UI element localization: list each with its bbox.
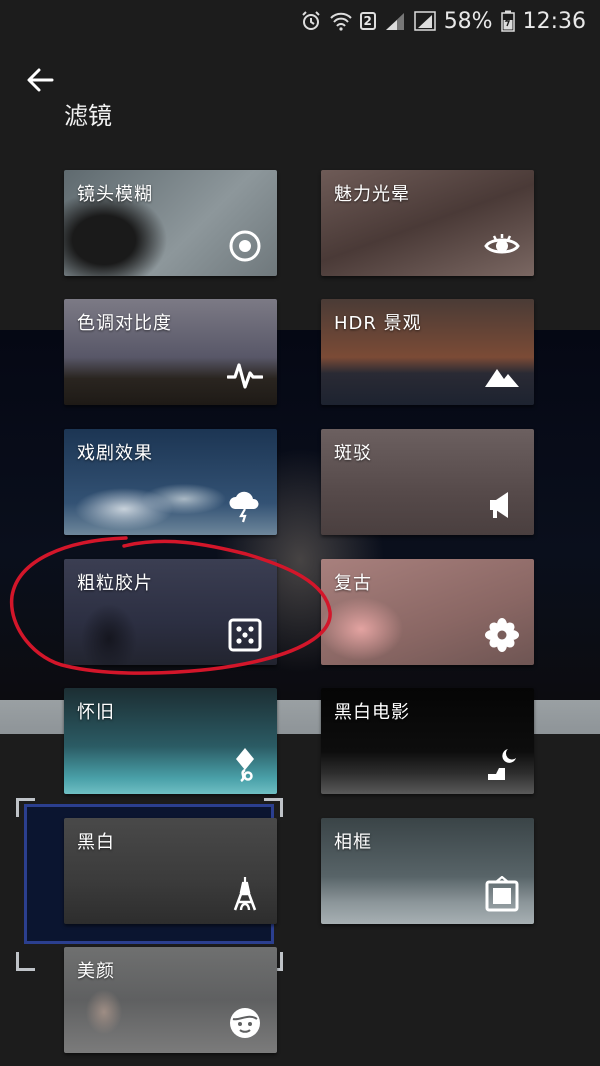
- filter-card-vintage[interactable]: 复古: [321, 559, 534, 665]
- filter-card-noir[interactable]: 黑白电影: [321, 688, 534, 794]
- filter-label: 魅力光晕: [334, 184, 410, 205]
- filter-label: 怀旧: [77, 702, 115, 723]
- filter-label: 相框: [334, 832, 372, 853]
- filter-card-drama[interactable]: 戏剧效果: [64, 429, 277, 535]
- filter-label: 色调对比度: [77, 313, 172, 334]
- filter-label: 黑白电影: [334, 702, 410, 723]
- signal-sim2-icon: [413, 11, 436, 31]
- frame-icon: [484, 875, 520, 912]
- filter-label: HDR 景观: [334, 313, 422, 334]
- filter-label: 美颜: [77, 961, 115, 982]
- filter-label: 黑白: [77, 832, 115, 853]
- alarm-icon: [300, 10, 322, 32]
- status-bar: 2 58% 12:36: [0, 0, 600, 42]
- eye-icon: [484, 228, 520, 264]
- filter-card-glamour-glow[interactable]: 魅力光晕: [321, 170, 534, 276]
- filter-card-tonal-contrast[interactable]: 色调对比度: [64, 299, 277, 405]
- filter-card-retrolux[interactable]: 怀旧: [64, 688, 277, 794]
- mountain-icon: [484, 357, 520, 393]
- bracket-top-right: [264, 798, 283, 817]
- filter-label: 复古: [334, 573, 372, 594]
- clock: 12:36: [522, 8, 586, 34]
- filter-card-hdr-scape[interactable]: HDR 景观: [321, 299, 534, 405]
- filter-label: 镜头模糊: [77, 184, 153, 205]
- filter-card-black-white[interactable]: 黑白: [64, 818, 277, 924]
- bracket-top-left: [16, 798, 35, 817]
- pulse-icon: [226, 357, 264, 393]
- filter-label: 斑驳: [334, 443, 372, 464]
- battery-percent: 58%: [443, 8, 493, 34]
- filter-card-grunge[interactable]: 斑驳: [321, 429, 534, 535]
- kite-icon: [227, 746, 263, 783]
- wifi-icon: [329, 11, 352, 31]
- filter-card-lens-blur[interactable]: 镜头模糊: [64, 170, 277, 276]
- face-icon: [227, 1005, 263, 1041]
- battery-icon: [500, 10, 515, 32]
- back-arrow-icon[interactable]: [24, 64, 56, 96]
- page-title: 滤镜: [64, 102, 112, 130]
- bracket-bottom-left: [16, 952, 35, 971]
- lens-blur-icon: [227, 228, 263, 264]
- sim-slot-badge: 2: [359, 12, 376, 30]
- flower-icon: [484, 617, 520, 653]
- megaphone-icon: [484, 487, 520, 523]
- filter-card-frames[interactable]: 相框: [321, 818, 534, 924]
- eiffel-tower-icon: [227, 876, 263, 912]
- red-circle-annotation: [9, 536, 332, 675]
- signal-icon: [384, 11, 406, 31]
- filter-card-face-enhance[interactable]: 美颜: [64, 947, 277, 1053]
- storm-cloud-icon: [227, 487, 263, 523]
- moon-icon: [484, 746, 520, 782]
- filter-label: 戏剧效果: [77, 443, 153, 464]
